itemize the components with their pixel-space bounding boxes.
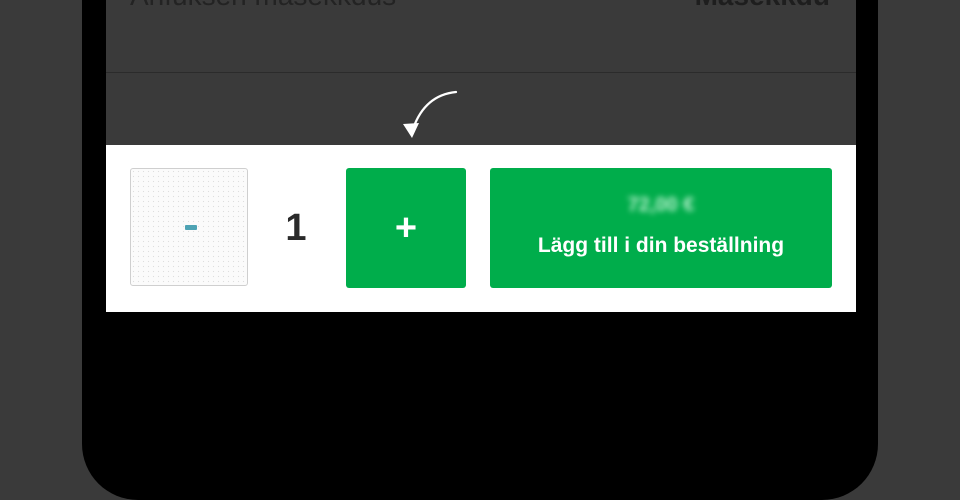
- menu-row-value: Mäsekkdu: [695, 0, 830, 12]
- curved-arrow-icon: [403, 90, 458, 138]
- add-to-order-label: Lägg till i din beställning: [537, 234, 785, 257]
- app-screen: Anfuksen mäsekkdus Mäsekkdu 1 + 72,00 € …: [106, 0, 856, 312]
- quantity-value: 1: [285, 207, 307, 249]
- order-action-bar: 1 + 72,00 € Lägg till i din beställning: [106, 145, 856, 312]
- add-to-order-button[interactable]: 72,00 € Lägg till i din beställning: [490, 168, 832, 288]
- menu-row-title: Anfuksen mäsekkdus: [130, 0, 396, 12]
- increment-quantity-button[interactable]: +: [346, 168, 466, 288]
- add-to-order-price: 72,00 €: [627, 194, 695, 216]
- brand-logo-icon: [185, 225, 197, 230]
- menu-row[interactable]: Anfuksen mäsekkdus Mäsekkdu: [106, 0, 856, 73]
- product-thumbnail[interactable]: [130, 168, 248, 286]
